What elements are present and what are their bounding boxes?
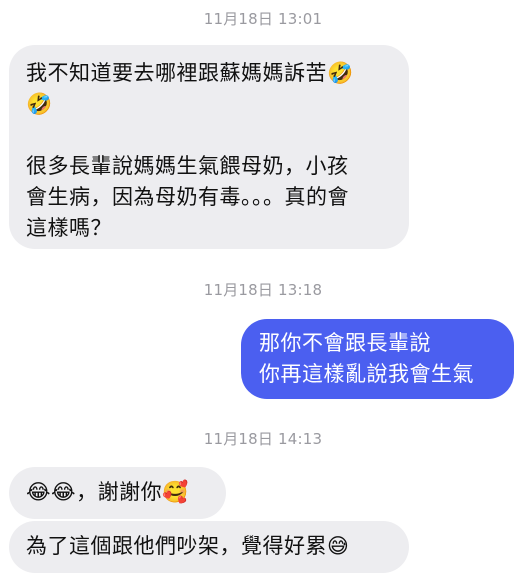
message-bubble-incoming[interactable]: 我不知道要去哪裡跟蘇媽媽訴苦🤣 🤣 很多長輩說媽媽生氣餵母奶，小孩 會生病，因為…: [9, 45, 409, 249]
timestamp: 11月18日 13:18: [203, 281, 323, 299]
message-bubble-incoming[interactable]: 😂😂，謝謝你🥰: [9, 467, 226, 519]
timestamp: 11月18日 13:01: [203, 10, 323, 28]
message-bubble-outgoing[interactable]: 那你不會跟長輩說 你再這樣亂說我會生氣: [241, 319, 514, 399]
timestamp: 11月18日 14:13: [203, 430, 323, 448]
message-bubble-incoming[interactable]: 為了這個跟他們吵架，覺得好累😅: [9, 521, 409, 573]
